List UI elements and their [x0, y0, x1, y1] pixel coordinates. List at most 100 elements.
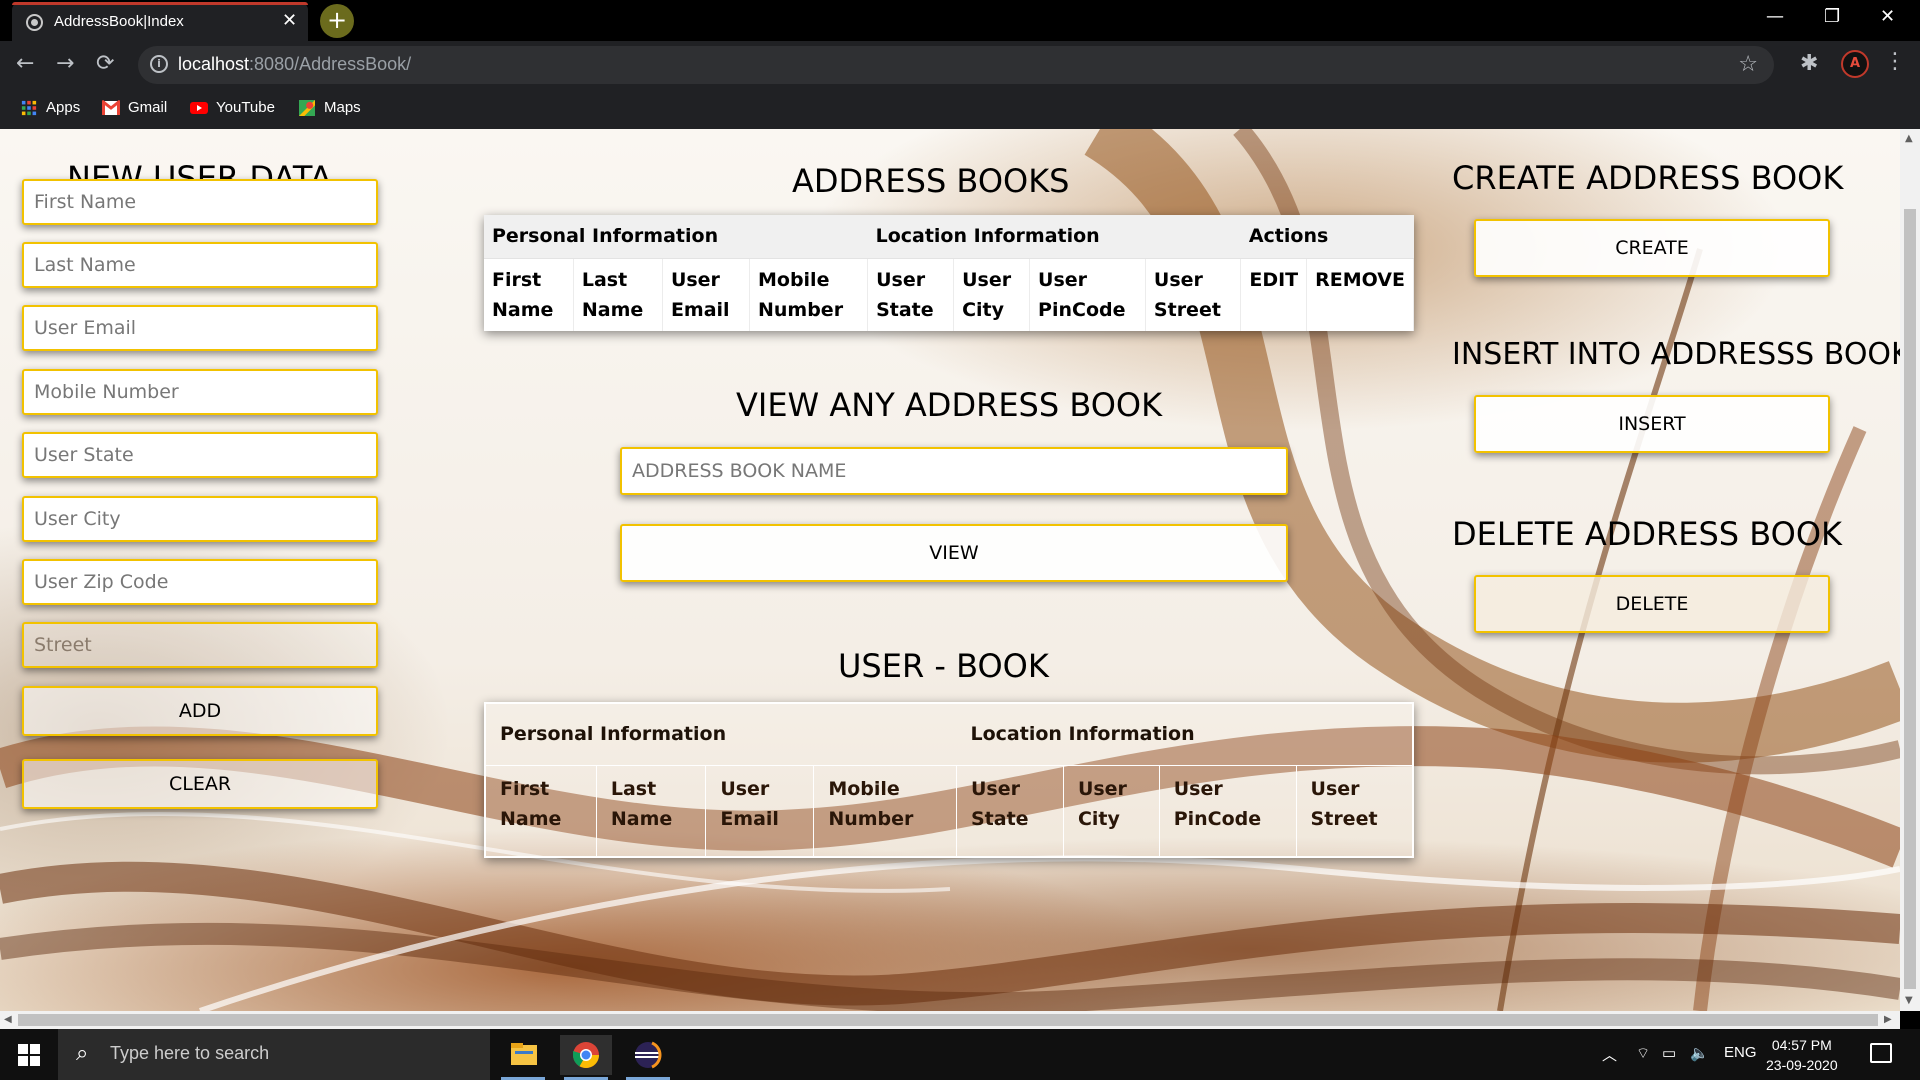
site-info-icon[interactable]: i [150, 55, 168, 73]
scroll-right-icon[interactable]: ▶ [1884, 1014, 1892, 1025]
eclipse-ide-icon[interactable] [622, 1035, 674, 1080]
url-text[interactable]: localhost:8080/AddressBook/ [178, 54, 411, 75]
table-group-header: Personal Information Location Informatio… [485, 703, 1413, 766]
column-header: EDIT [1240, 258, 1308, 331]
network-icon[interactable]: ⌔ [1636, 1044, 1650, 1063]
tab-title: AddressBook|Index [54, 13, 184, 30]
horizontal-scrollbar[interactable]: ◀ ▶ [0, 1011, 1900, 1029]
bookmark-youtube[interactable]: YouTube [190, 99, 275, 116]
column-header: User City [953, 258, 1031, 331]
bookmarks-bar: Apps Gmail YouTube Maps [0, 89, 1920, 129]
user-book-title: USER - BOOK [838, 647, 1049, 685]
address-books-table: Personal Information Location Informatio… [484, 215, 1414, 331]
bookmark-label: Apps [46, 99, 81, 116]
bookmark-label: Gmail [128, 99, 168, 116]
taskbar-search-box[interactable]: ⌕ Type here to search [58, 1029, 490, 1080]
restore-icon[interactable]: ❐ [1824, 6, 1840, 27]
volume-icon[interactable]: 🔈 [1690, 1044, 1709, 1062]
last-name-input[interactable] [22, 242, 378, 288]
table-group-header: Personal Information Location Informatio… [484, 215, 1414, 259]
url-path: :8080/AddressBook/ [249, 54, 412, 74]
bookmark-maps[interactable]: Maps [298, 99, 361, 116]
browser-tab-strip: AddressBook|Index ✕ + — ❐ ✕ [0, 0, 1920, 41]
table-column-header-row: First Name Last Name User Email Mobile N… [485, 765, 1413, 857]
view-book-title: VIEW ANY ADDRESS BOOK [736, 386, 1163, 424]
address-book-name-input[interactable] [620, 447, 1288, 495]
column-header: User State [956, 765, 1064, 857]
browser-tab[interactable]: AddressBook|Index ✕ [12, 2, 308, 41]
gmail-icon [102, 99, 120, 115]
close-tab-icon[interactable]: ✕ [282, 10, 297, 31]
taskbar-search-placeholder: Type here to search [110, 1043, 270, 1063]
clear-button[interactable]: CLEAR [22, 759, 378, 809]
user-email-input[interactable] [22, 305, 378, 351]
mobile-number-input[interactable] [22, 369, 378, 415]
view-button[interactable]: VIEW [620, 524, 1288, 582]
insert-book-title: INSERT INTO ADDRESSS BOOK [1452, 337, 1900, 372]
bookmark-apps[interactable]: Apps [20, 99, 80, 116]
horizontal-scroll-thumb[interactable] [18, 1014, 1878, 1026]
notifications-icon[interactable] [1870, 1043, 1892, 1063]
back-icon[interactable]: ← [16, 51, 34, 76]
address-bar[interactable]: i localhost:8080/AddressBook/ ☆ [138, 46, 1774, 84]
bookmark-gmail[interactable]: Gmail [102, 99, 167, 116]
column-header: User City [1063, 765, 1160, 857]
user-state-input[interactable] [22, 432, 378, 478]
delete-button[interactable]: DELETE [1474, 575, 1830, 633]
url-host: localhost [178, 54, 250, 74]
reload-icon[interactable]: ⟳ [96, 51, 114, 76]
system-clock[interactable]: 04:57 PM 23-09-2020 [1766, 1035, 1838, 1075]
column-header: User Street [1145, 258, 1242, 331]
scroll-left-icon[interactable]: ◀ [4, 1014, 12, 1025]
scroll-up-icon[interactable]: ▲ [1905, 133, 1913, 144]
column-header: Last Name [573, 258, 663, 331]
column-header: REMOVE [1306, 258, 1414, 331]
column-header: Mobile Number [813, 765, 957, 857]
insert-button[interactable]: INSERT [1474, 395, 1830, 453]
address-books-title: ADDRESS BOOKS [792, 162, 1070, 200]
group-header-actions: Actions [1240, 215, 1414, 259]
battery-icon[interactable]: ▭ [1662, 1044, 1676, 1062]
group-header-location: Location Information [867, 215, 1241, 259]
minimize-icon[interactable]: — [1766, 6, 1784, 27]
delete-book-title: DELETE ADDRESS BOOK [1452, 515, 1843, 553]
user-book-table: Personal Information Location Informatio… [484, 702, 1414, 858]
extensions-puzzle-icon[interactable]: ✱ [1800, 51, 1818, 76]
browser-menu-icon[interactable]: ⋮ [1884, 49, 1906, 74]
user-zip-code-input[interactable] [22, 559, 378, 605]
create-button[interactable]: CREATE [1474, 219, 1830, 277]
clock-time: 04:57 PM [1771, 1037, 1832, 1053]
chrome-icon[interactable] [560, 1035, 612, 1080]
bookmark-label: Maps [324, 99, 361, 116]
column-header: User Email [662, 258, 750, 331]
vertical-scrollbar[interactable]: ▲ ▼ [1900, 129, 1920, 1011]
user-city-input[interactable] [22, 496, 378, 542]
column-header: User PinCode [1159, 765, 1297, 857]
forward-icon[interactable]: → [56, 51, 74, 76]
browser-toolbar: ← → ⟳ i localhost:8080/AddressBook/ ☆ ✱ … [0, 41, 1920, 89]
search-icon: ⌕ [76, 1041, 89, 1066]
show-hidden-icons-icon[interactable]: ︿ [1602, 1044, 1617, 1065]
column-header: User State [867, 258, 955, 331]
column-header: First Name [485, 765, 597, 857]
bookmark-star-icon[interactable]: ☆ [1738, 52, 1758, 77]
add-button[interactable]: ADD [22, 686, 378, 736]
vertical-scroll-thumb[interactable] [1904, 209, 1916, 989]
apps-grid-icon [21, 100, 37, 115]
group-header-personal: Personal Information [485, 703, 957, 766]
clock-date: 23-09-2020 [1766, 1057, 1838, 1073]
street-input[interactable] [22, 622, 378, 668]
scroll-down-icon[interactable]: ▼ [1905, 995, 1913, 1006]
column-header: Last Name [596, 765, 707, 857]
tab-accent [12, 2, 308, 5]
file-explorer-icon[interactable] [497, 1035, 549, 1080]
profile-avatar[interactable]: A [1841, 50, 1869, 78]
language-indicator[interactable]: ENG [1724, 1044, 1757, 1061]
first-name-input[interactable] [22, 179, 378, 225]
windows-taskbar: ⌕ Type here to search ︿ ⌔ ▭ 🔈 ENG 04:57 … [0, 1029, 1920, 1080]
new-tab-button[interactable]: + [320, 4, 354, 38]
windows-start-icon[interactable] [18, 1044, 40, 1066]
column-header: First Name [484, 258, 574, 331]
youtube-icon [190, 101, 208, 114]
close-window-icon[interactable]: ✕ [1880, 6, 1895, 27]
